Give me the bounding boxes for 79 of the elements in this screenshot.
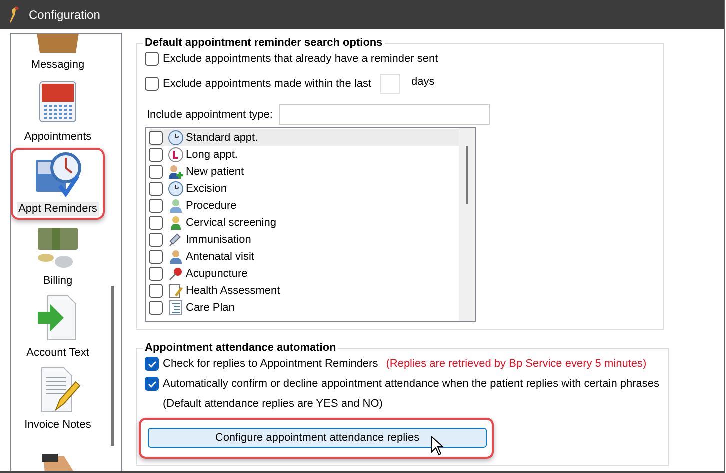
pushpin-icon bbox=[168, 266, 184, 282]
field-label: Include appointment type: bbox=[147, 108, 273, 120]
group-title: Appointment attendance automation bbox=[144, 342, 338, 354]
checkbox[interactable] bbox=[149, 182, 163, 196]
hint-text: (Default attendance replies are YES and NO) bbox=[163, 398, 384, 410]
list-item[interactable]: Antenatal visit bbox=[149, 248, 459, 265]
sidebar-label: Billing bbox=[42, 274, 74, 288]
checkmark-icon bbox=[148, 380, 156, 388]
sidebar-item[interactable]: Appt Reminders bbox=[11, 148, 105, 220]
clock-icon bbox=[168, 130, 184, 146]
clock-icon bbox=[168, 180, 184, 196]
list-icon bbox=[168, 300, 184, 316]
list-item[interactable]: Care Plan bbox=[149, 299, 459, 316]
type-filter-input[interactable] bbox=[278, 104, 490, 125]
list-item-label: New patient bbox=[186, 166, 244, 178]
scrollbar-thumb[interactable] bbox=[466, 146, 468, 204]
person-icon bbox=[168, 198, 184, 214]
list-item-label: Acupuncture bbox=[186, 268, 248, 280]
checkbox[interactable] bbox=[149, 216, 163, 230]
checkbox[interactable] bbox=[149, 250, 163, 264]
mouse-cursor-icon bbox=[431, 436, 445, 456]
list-item-label: Standard appt. bbox=[186, 132, 258, 144]
list-item-label: Procedure bbox=[186, 200, 237, 212]
list-item-label: Immunisation bbox=[186, 234, 252, 246]
sidebar-label: Invoice Notes bbox=[24, 418, 92, 432]
list-item-label: Antenatal visit bbox=[186, 250, 254, 262]
checkbox[interactable] bbox=[149, 198, 163, 212]
window-title: Configuration bbox=[29, 8, 100, 22]
checkbox[interactable] bbox=[149, 266, 163, 280]
sidebar-item[interactable]: Account Text bbox=[11, 292, 105, 364]
list-item[interactable]: Standard appt. bbox=[149, 129, 459, 146]
list-item-label: Excision bbox=[186, 182, 227, 194]
list-item-label: Health Assessment bbox=[186, 284, 280, 296]
list-item-label: Cervical screening bbox=[186, 216, 276, 228]
list-item-label: Long appt. bbox=[186, 148, 238, 160]
checkbox-label: Exclude appointments that already have a reminder sent bbox=[163, 53, 438, 65]
checkbox-label: Exclude appointments made within the last bbox=[163, 78, 372, 90]
checkbox[interactable] bbox=[145, 77, 159, 91]
checkbox[interactable] bbox=[149, 164, 163, 178]
checkbox[interactable] bbox=[145, 357, 159, 371]
person-plus-icon bbox=[168, 164, 184, 180]
sidebar-item[interactable]: Billing bbox=[11, 220, 105, 292]
sidebar-label: Appointments bbox=[23, 130, 93, 144]
checkbox[interactable] bbox=[149, 284, 163, 298]
scrollbar-thumb[interactable] bbox=[111, 286, 114, 446]
group-title: Default appointment reminder search options bbox=[144, 37, 384, 49]
list-item[interactable]: Excision bbox=[149, 180, 459, 197]
days-input[interactable] bbox=[380, 74, 400, 94]
calendar-clock-icon bbox=[34, 150, 82, 198]
sidebar-item[interactable]: Messaging bbox=[11, 34, 105, 76]
checkbox-label: Check for replies to Appointment Reminders bbox=[163, 358, 378, 370]
list-item[interactable]: Immunisation bbox=[149, 231, 459, 248]
list-item[interactable]: Cervical screening bbox=[149, 214, 459, 231]
configure-replies-button[interactable]: Configure appointment attendance replies bbox=[148, 428, 487, 448]
list-item[interactable]: Long appt. bbox=[149, 146, 459, 163]
person-icon bbox=[168, 214, 184, 230]
checkbox[interactable] bbox=[149, 130, 163, 144]
sidebar-label: Appt Reminders bbox=[16, 202, 100, 216]
list-item[interactable]: Procedure bbox=[149, 197, 459, 214]
sidebar-item[interactable]: Invoice Notes bbox=[11, 364, 105, 436]
unit-label: days bbox=[412, 76, 435, 88]
checkmark-icon bbox=[148, 360, 156, 368]
sidebar-label: Messaging bbox=[30, 58, 86, 72]
list-item[interactable]: Health Assessment bbox=[149, 282, 459, 299]
clock-icon bbox=[168, 146, 184, 162]
checkbox[interactable] bbox=[149, 148, 163, 162]
checkbox-label: Automatically confirm or decline appointment attendance when the patient replies with certain phrases bbox=[163, 378, 660, 390]
checkbox[interactable] bbox=[145, 52, 159, 66]
list-item-label: Care Plan bbox=[186, 302, 235, 314]
person-icon bbox=[168, 248, 184, 264]
clipboard-pencil-icon bbox=[168, 282, 184, 298]
list-item[interactable]: Acupuncture bbox=[149, 265, 459, 282]
list-item[interactable]: New patient bbox=[149, 163, 459, 180]
sidebar-label: Account Text bbox=[26, 346, 90, 360]
checkbox[interactable] bbox=[145, 377, 159, 391]
checkbox[interactable] bbox=[149, 232, 163, 246]
note-text: (Replies are retrieved by Bp Service every 5 minutes) bbox=[386, 358, 647, 370]
sidebar-item[interactable]: Appointments bbox=[11, 76, 105, 148]
checkbox[interactable] bbox=[149, 300, 163, 314]
